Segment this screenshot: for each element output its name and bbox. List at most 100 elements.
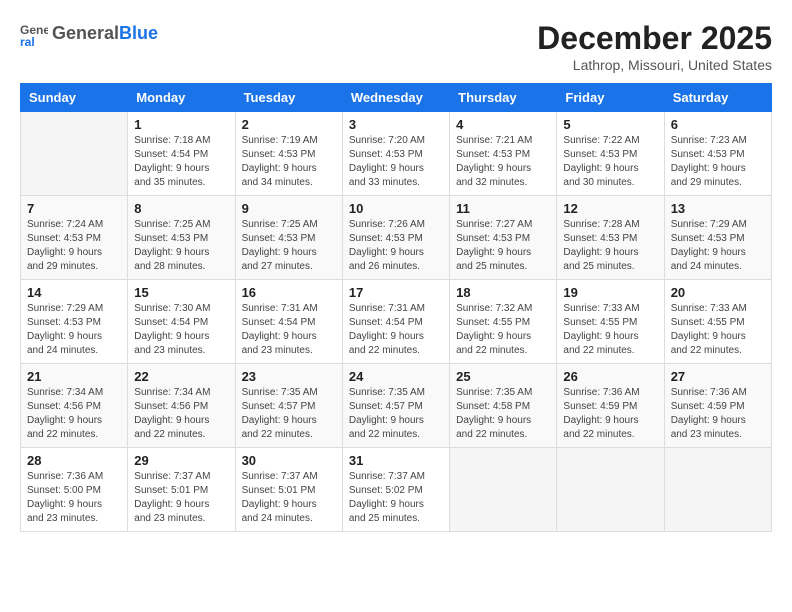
calendar-cell: 26 Sunrise: 7:36 AMSunset: 4:59 PMDayligh… xyxy=(557,364,664,448)
day-number: 7 xyxy=(27,201,121,216)
calendar-cell: 8Sunrise: 7:25 AMSunset: 4:53 PMDaylight… xyxy=(128,196,235,280)
day-number: 28 xyxy=(27,453,121,468)
calendar-cell: 30 Sunrise: 7:37 AMSunset: 5:01 PMDayligh… xyxy=(235,448,342,532)
day-number: 21 xyxy=(27,369,121,384)
day-number: 20 xyxy=(671,285,765,300)
calendar-cell xyxy=(450,448,557,532)
calendar-cell: 24Sunrise: 7:35 AMSunset: 4:57 PMDayligh… xyxy=(342,364,449,448)
day-info: Sunrise: 7:32 AMSunset: 4:55 PMDaylight:… xyxy=(456,302,550,358)
calendar-cell: 31 Sunrise: 7:37 AMSunset: 5:02 PMDayligh… xyxy=(342,448,449,532)
logo-text-blue: Blue xyxy=(119,24,158,44)
calendar-table: SundayMondayTuesdayWednesdayThursdayFrid… xyxy=(20,83,772,532)
weekday-header-sunday: Sunday xyxy=(21,84,128,112)
day-info: Sunrise: 7:23 AMSunset: 4:53 PMDaylight:… xyxy=(671,134,765,190)
calendar-cell: 1 Sunrise: 7:18 AMSunset: 4:54 PMDaylight… xyxy=(128,112,235,196)
day-info: Sunrise: 7:26 AMSunset: 4:53 PMDaylight:… xyxy=(349,218,443,274)
calendar-week-row: 7 Sunrise: 7:24 AMSunset: 4:53 PMDaylight… xyxy=(21,196,772,280)
day-info: Sunrise: 7:36 AMSunset: 5:00 PMDaylight:… xyxy=(27,470,121,526)
day-info: Sunrise: 7:34 AMSunset: 4:56 PMDaylight:… xyxy=(27,386,121,442)
day-number: 26 xyxy=(563,369,657,384)
day-info: Sunrise: 7:36 AMSunset: 4:59 PMDaylight:… xyxy=(563,386,657,442)
calendar-cell: 20Sunrise: 7:33 AMSunset: 4:55 PMDayligh… xyxy=(664,280,771,364)
day-number: 2 xyxy=(242,117,336,132)
calendar-cell: 23 Sunrise: 7:35 AMSunset: 4:57 PMDayligh… xyxy=(235,364,342,448)
day-info: Sunrise: 7:33 AMSunset: 4:55 PMDaylight:… xyxy=(563,302,657,358)
day-number: 13 xyxy=(671,201,765,216)
day-number: 4 xyxy=(456,117,550,132)
calendar-cell: 14 Sunrise: 7:29 AMSunset: 4:53 PMDayligh… xyxy=(21,280,128,364)
day-info: Sunrise: 7:19 AMSunset: 4:53 PMDaylight:… xyxy=(242,134,336,190)
calendar-cell: 13 Sunrise: 7:29 AMSunset: 4:53 PMDayligh… xyxy=(664,196,771,280)
day-info: Sunrise: 7:30 AMSunset: 4:54 PMDaylight:… xyxy=(134,302,228,358)
calendar-body: 1 Sunrise: 7:18 AMSunset: 4:54 PMDaylight… xyxy=(21,112,772,532)
calendar-cell: 29 Sunrise: 7:37 AMSunset: 5:01 PMDayligh… xyxy=(128,448,235,532)
calendar-week-row: 21 Sunrise: 7:34 AMSunset: 4:56 PMDayligh… xyxy=(21,364,772,448)
day-info: Sunrise: 7:29 AMSunset: 4:53 PMDaylight:… xyxy=(671,218,765,274)
weekday-header-friday: Friday xyxy=(557,84,664,112)
day-number: 17 xyxy=(349,285,443,300)
calendar-cell: 10Sunrise: 7:26 AMSunset: 4:53 PMDayligh… xyxy=(342,196,449,280)
calendar-cell: 19 Sunrise: 7:33 AMSunset: 4:55 PMDayligh… xyxy=(557,280,664,364)
calendar-week-row: 28 Sunrise: 7:36 AMSunset: 5:00 PMDayligh… xyxy=(21,448,772,532)
logo: Gene ral GeneralBlue xyxy=(20,20,158,48)
day-number: 24 xyxy=(349,369,443,384)
calendar-cell: 9 Sunrise: 7:25 AMSunset: 4:53 PMDaylight… xyxy=(235,196,342,280)
day-number: 3 xyxy=(349,117,443,132)
day-info: Sunrise: 7:37 AMSunset: 5:02 PMDaylight:… xyxy=(349,470,443,526)
day-info: Sunrise: 7:28 AMSunset: 4:53 PMDaylight:… xyxy=(563,218,657,274)
calendar-header-row: SundayMondayTuesdayWednesdayThursdayFrid… xyxy=(21,84,772,112)
day-info: Sunrise: 7:24 AMSunset: 4:53 PMDaylight:… xyxy=(27,218,121,274)
calendar-cell: 2 Sunrise: 7:19 AMSunset: 4:53 PMDaylight… xyxy=(235,112,342,196)
day-number: 15 xyxy=(134,285,228,300)
calendar-cell: 22Sunrise: 7:34 AMSunset: 4:56 PMDayligh… xyxy=(128,364,235,448)
calendar-cell: 5 Sunrise: 7:22 AMSunset: 4:53 PMDaylight… xyxy=(557,112,664,196)
day-info: Sunrise: 7:27 AMSunset: 4:53 PMDaylight:… xyxy=(456,218,550,274)
day-number: 5 xyxy=(563,117,657,132)
calendar-cell: 25Sunrise: 7:35 AMSunset: 4:58 PMDayligh… xyxy=(450,364,557,448)
weekday-header-thursday: Thursday xyxy=(450,84,557,112)
day-number: 29 xyxy=(134,453,228,468)
day-number: 23 xyxy=(242,369,336,384)
day-info: Sunrise: 7:35 AMSunset: 4:58 PMDaylight:… xyxy=(456,386,550,442)
day-number: 19 xyxy=(563,285,657,300)
calendar-cell xyxy=(21,112,128,196)
day-info: Sunrise: 7:25 AMSunset: 4:53 PMDaylight:… xyxy=(242,218,336,274)
calendar-cell: 18Sunrise: 7:32 AMSunset: 4:55 PMDayligh… xyxy=(450,280,557,364)
logo-text-general: General xyxy=(52,24,119,44)
day-info: Sunrise: 7:20 AMSunset: 4:53 PMDaylight:… xyxy=(349,134,443,190)
day-info: Sunrise: 7:35 AMSunset: 4:57 PMDaylight:… xyxy=(242,386,336,442)
page-title: December 2025 xyxy=(537,20,772,57)
day-info: Sunrise: 7:22 AMSunset: 4:53 PMDaylight:… xyxy=(563,134,657,190)
calendar-cell: 21 Sunrise: 7:34 AMSunset: 4:56 PMDayligh… xyxy=(21,364,128,448)
day-info: Sunrise: 7:29 AMSunset: 4:53 PMDaylight:… xyxy=(27,302,121,358)
day-info: Sunrise: 7:18 AMSunset: 4:54 PMDaylight:… xyxy=(134,134,228,190)
calendar-cell: 28 Sunrise: 7:36 AMSunset: 5:00 PMDayligh… xyxy=(21,448,128,532)
day-number: 14 xyxy=(27,285,121,300)
calendar-cell: 6 Sunrise: 7:23 AMSunset: 4:53 PMDaylight… xyxy=(664,112,771,196)
day-number: 16 xyxy=(242,285,336,300)
calendar-cell: 15 Sunrise: 7:30 AMSunset: 4:54 PMDayligh… xyxy=(128,280,235,364)
calendar-cell: 7 Sunrise: 7:24 AMSunset: 4:53 PMDaylight… xyxy=(21,196,128,280)
calendar-cell: 3 Sunrise: 7:20 AMSunset: 4:53 PMDaylight… xyxy=(342,112,449,196)
calendar-cell: 27Sunrise: 7:36 AMSunset: 4:59 PMDayligh… xyxy=(664,364,771,448)
calendar-cell: 4 Sunrise: 7:21 AMSunset: 4:53 PMDaylight… xyxy=(450,112,557,196)
day-number: 1 xyxy=(134,117,228,132)
page-subtitle: Lathrop, Missouri, United States xyxy=(537,57,772,73)
calendar-cell: 12 Sunrise: 7:28 AMSunset: 4:53 PMDayligh… xyxy=(557,196,664,280)
calendar-week-row: 1 Sunrise: 7:18 AMSunset: 4:54 PMDaylight… xyxy=(21,112,772,196)
day-number: 9 xyxy=(242,201,336,216)
day-number: 8 xyxy=(134,201,228,216)
logo-icon: Gene ral xyxy=(20,20,48,48)
day-info: Sunrise: 7:37 AMSunset: 5:01 PMDaylight:… xyxy=(134,470,228,526)
day-info: Sunrise: 7:37 AMSunset: 5:01 PMDaylight:… xyxy=(242,470,336,526)
day-number: 11 xyxy=(456,201,550,216)
day-info: Sunrise: 7:21 AMSunset: 4:53 PMDaylight:… xyxy=(456,134,550,190)
weekday-header-monday: Monday xyxy=(128,84,235,112)
day-number: 30 xyxy=(242,453,336,468)
calendar-cell: 16Sunrise: 7:31 AMSunset: 4:54 PMDayligh… xyxy=(235,280,342,364)
day-number: 6 xyxy=(671,117,765,132)
day-number: 31 xyxy=(349,453,443,468)
day-number: 22 xyxy=(134,369,228,384)
day-number: 12 xyxy=(563,201,657,216)
svg-text:ral: ral xyxy=(20,35,35,48)
